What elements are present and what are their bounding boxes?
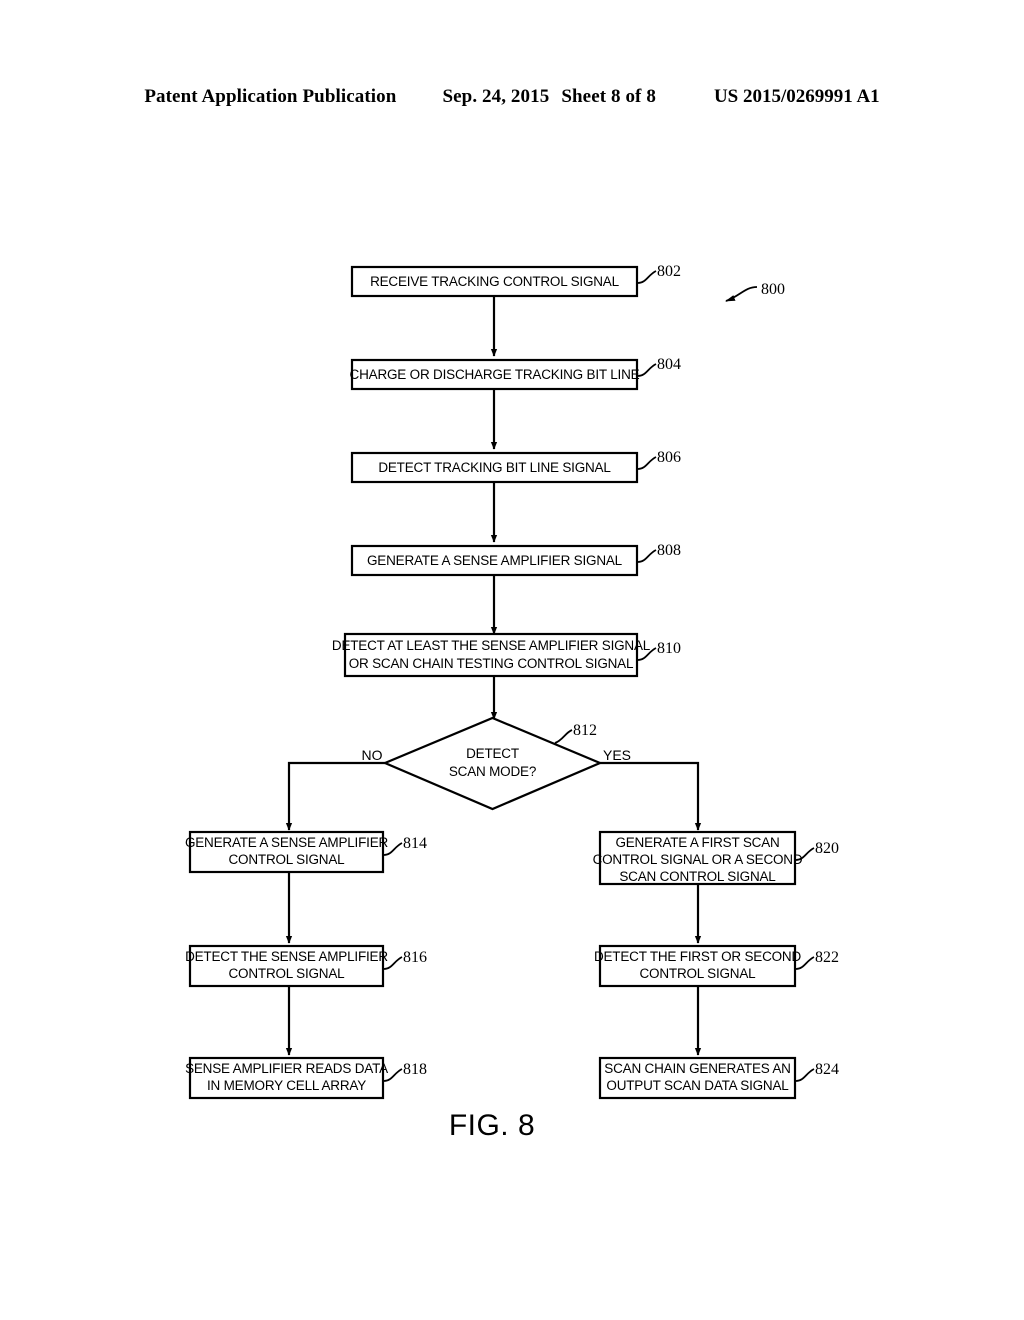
ref-number-822: 822 [815, 949, 839, 966]
node-822-line-1: DETECT THE FIRST OR SECOND [594, 949, 802, 964]
leader-line-800 [725, 286, 758, 302]
node-802: RECEIVE TRACKING CONTROL SIGNAL 802 [350, 263, 681, 298]
leader-line-806 [637, 456, 657, 470]
node-818-line-1: SENSE AMPLIFIER READS DATA [185, 1061, 388, 1076]
node-816: DETECT THE SENSE AMPLIFIER CONTROL SIGNA… [185, 944, 427, 988]
node-824: SCAN CHAIN GENERATES AN OUTPUT SCAN DATA… [598, 1056, 839, 1100]
node-814: GENERATE A SENSE AMPLIFIER CONTROL SIGNA… [185, 830, 427, 874]
node-812-decision: DETECT SCAN MODE? 812 NO YES [362, 716, 631, 811]
leader-line-804 [637, 363, 657, 377]
leader-line-808 [637, 549, 657, 563]
node-810-line-1: DETECT AT LEAST THE SENSE AMPLIFIER SIGN… [332, 638, 651, 653]
ref-number-814: 814 [403, 835, 427, 852]
node-804-line-1: CHARGE OR DISCHARGE TRACKING BIT LINE [350, 367, 640, 382]
node-806: DETECT TRACKING BIT LINE SIGNAL 806 [350, 449, 681, 484]
ref-number-820: 820 [815, 840, 839, 857]
node-804: CHARGE OR DISCHARGE TRACKING BIT LINE 80… [350, 356, 681, 391]
node-810: DETECT AT LEAST THE SENSE AMPLIFIER SIGN… [332, 632, 681, 678]
node-824-line-2: OUTPUT SCAN DATA SIGNAL [606, 1078, 789, 1093]
node-802-line-1: RECEIVE TRACKING CONTROL SIGNAL [370, 274, 620, 289]
leader-line-824 [795, 1068, 815, 1082]
node-816-line-2: CONTROL SIGNAL [229, 966, 346, 981]
ref-number-824: 824 [815, 1061, 839, 1078]
ref-number-800: 800 [761, 281, 785, 298]
node-814-line-2: CONTROL SIGNAL [229, 852, 346, 867]
ref-number-804: 804 [657, 356, 681, 373]
ref-number-806: 806 [657, 449, 681, 466]
ref-number-802: 802 [657, 263, 681, 280]
flowchart-canvas: 800 RECEIVE TRACKING CONTROL SIGNAL 802 … [185, 263, 839, 1142]
branch-label-yes: YES [603, 747, 631, 763]
ref-number-808: 808 [657, 542, 681, 559]
ref-number-816: 816 [403, 949, 427, 966]
node-820-line-2: CONTROL SIGNAL OR A SECOND [593, 852, 803, 867]
diagram-ref-800: 800 [725, 281, 785, 302]
node-806-line-1: DETECT TRACKING BIT LINE SIGNAL [378, 460, 611, 475]
node-822-line-2: CONTROL SIGNAL [640, 966, 757, 981]
node-812-line-2: SCAN MODE? [449, 764, 536, 779]
node-812-line-1: DETECT [466, 746, 519, 761]
branch-label-no: NO [362, 747, 383, 763]
node-810-line-2: OR SCAN CHAIN TESTING CONTROL SIGNAL [349, 656, 634, 671]
node-816-line-1: DETECT THE SENSE AMPLIFIER [185, 949, 388, 964]
node-814-line-1: GENERATE A SENSE AMPLIFIER [185, 835, 389, 850]
node-824-line-1: SCAN CHAIN GENERATES AN [604, 1061, 790, 1076]
node-818-line-2: IN MEMORY CELL ARRAY [207, 1078, 366, 1093]
node-818: SENSE AMPLIFIER READS DATA IN MEMORY CEL… [185, 1056, 427, 1100]
ref-number-812: 812 [573, 722, 597, 739]
figure-caption: FIG. 8 [449, 1109, 535, 1142]
leader-line-812 [554, 729, 573, 744]
ref-number-810: 810 [657, 640, 681, 657]
node-820: GENERATE A FIRST SCAN CONTROL SIGNAL OR … [593, 830, 839, 886]
connector-812-yes-820 [600, 761, 702, 831]
node-820-line-1: GENERATE A FIRST SCAN [615, 835, 779, 850]
node-808-line-1: GENERATE A SENSE AMPLIFIER SIGNAL [367, 553, 623, 568]
ref-number-818: 818 [403, 1061, 427, 1078]
node-808: GENERATE A SENSE AMPLIFIER SIGNAL 808 [350, 542, 681, 577]
connector-812-no-814 [285, 761, 385, 831]
node-822: DETECT THE FIRST OR SECOND CONTROL SIGNA… [594, 944, 839, 988]
leader-line-802 [637, 270, 657, 284]
node-820-line-3: SCAN CONTROL SIGNAL [619, 869, 776, 884]
figure-8-flowchart: 800 RECEIVE TRACKING CONTROL SIGNAL 802 … [0, 0, 1024, 1320]
